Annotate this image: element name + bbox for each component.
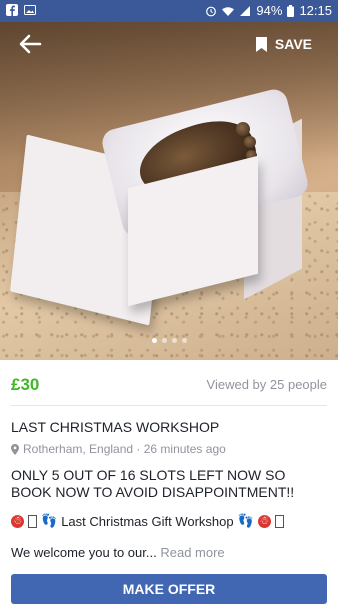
status-bar: 94% 12:15 [0,0,338,22]
santa-emoji-icon: ☃ [257,514,271,528]
toe [244,136,256,148]
view-count: Viewed by 25 people [206,377,327,392]
facebook-icon [6,4,18,16]
location-pin-icon [11,443,19,455]
listing-location[interactable]: Rotherham, England · 26 minutes ago [11,442,226,456]
carousel-indicator [0,338,338,343]
toe [236,122,250,136]
missing-glyph-icon [28,514,37,528]
signal-icon [240,5,251,16]
save-button[interactable]: SAVE [255,36,312,52]
footprints-emoji-icon: 👣 [41,513,58,528]
read-more-link[interactable]: Read more [160,545,224,560]
listing-price: £30 [11,375,40,394]
bookmark-icon [255,36,267,52]
description-preview: We welcome you to our... Read more [11,545,225,560]
carousel-dot[interactable] [171,338,177,343]
alarm-icon [206,6,217,16]
description-intro: We welcome you to our... [11,545,157,560]
save-label: SAVE [274,36,312,52]
missing-glyph-icon [274,514,284,528]
image-icon [24,5,36,15]
listing-title: LAST CHRISTMAS WORKSHOP [11,419,220,435]
carousel-dot[interactable] [181,338,187,343]
listing-description: ONLY 5 OUT OF 16 SLOTS LEFT NOW SO BOOK … [11,467,295,500]
wifi-icon [222,6,235,16]
listing-photo[interactable]: SAVE [0,22,338,360]
footprints-emoji-icon: 👣 [237,513,254,528]
gift-workshop-line: ☃ 👣 Last Christmas Gift Workshop 👣 ☃ [11,513,284,529]
carousel-dot[interactable] [151,338,157,343]
location-text: Rotherham, England · 26 minutes ago [23,442,226,456]
carousel-dot[interactable] [161,338,167,343]
divider [11,405,327,406]
clock: 12:15 [299,3,332,18]
back-arrow-icon[interactable] [18,34,42,54]
battery-percent: 94% [256,3,283,18]
gift-line-text: Last Christmas Gift Workshop [61,513,234,529]
battery-icon [287,4,295,17]
santa-emoji-icon: ☃ [11,514,24,528]
